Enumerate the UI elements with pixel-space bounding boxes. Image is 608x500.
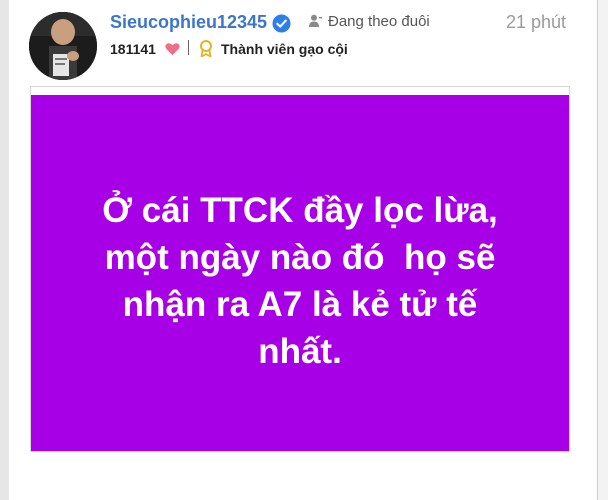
post-image-line: nhận ra A7 là kẻ tử tế — [122, 285, 478, 324]
heart-icon — [165, 43, 180, 56]
medal-icon — [200, 40, 212, 57]
like-count: 181141 — [110, 41, 156, 57]
post-card: Sieucophieu12345 Đang theo đuôi 21 phút … — [9, 0, 597, 500]
post-time: 21 phút — [506, 12, 567, 32]
post-image[interactable]: Ở cái TTCK đầy lọc lừa, một ngày nào đó … — [30, 86, 570, 452]
member-rank: Thành viên gạo cội — [221, 41, 348, 57]
post-image-line: nhất. — [258, 332, 342, 371]
avatar[interactable] — [29, 12, 97, 80]
person-icon — [309, 14, 322, 27]
scroll-rail — [597, 0, 608, 500]
meta-divider — [188, 40, 189, 55]
post-image-text: Ở cái TTCK đầy lọc lừa, một ngày nào đó … — [31, 187, 569, 375]
verified-check-icon — [272, 14, 291, 33]
post-image-line: một ngày nào đó họ sẽ — [104, 238, 496, 277]
avatar-image — [29, 12, 97, 80]
username-link[interactable]: Sieucophieu12345 — [110, 12, 267, 33]
follow-status-button[interactable]: Đang theo đuôi — [328, 13, 430, 30]
post-image-line: Ở cái TTCK đầy lọc lừa, — [102, 191, 498, 230]
